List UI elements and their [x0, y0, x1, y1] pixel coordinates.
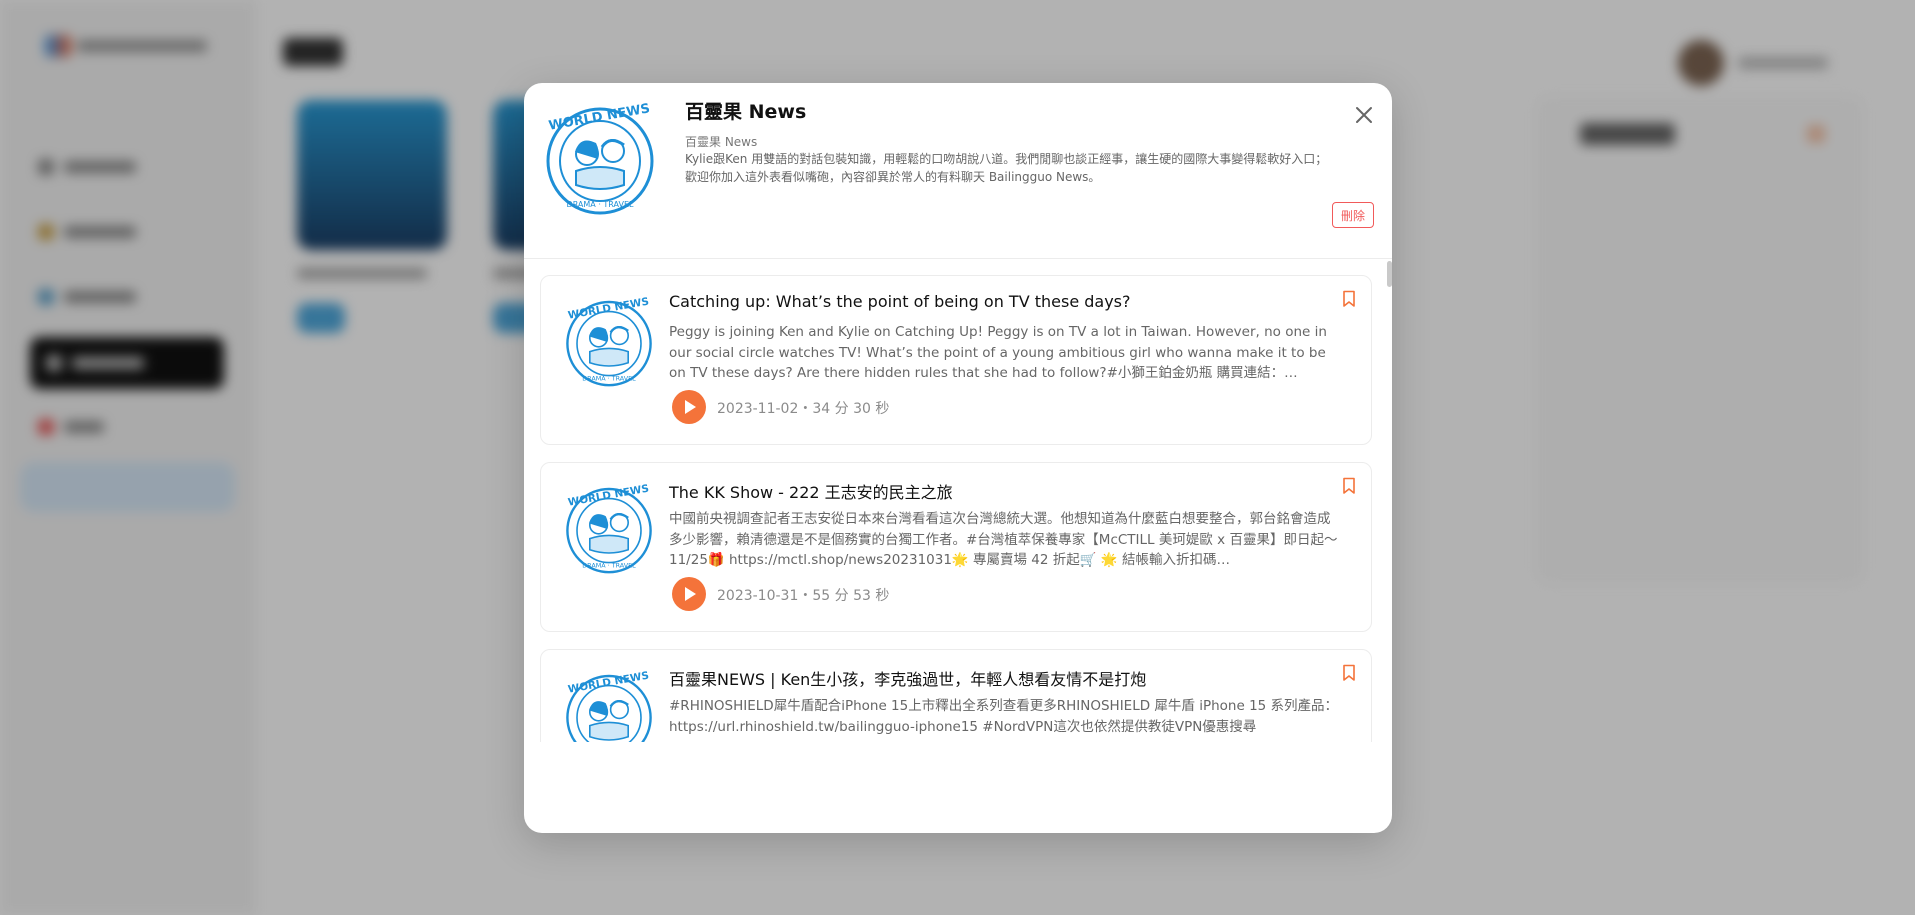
podcast-artwork: WORLD NEWS DRAMA · TRAVEL	[546, 101, 654, 215]
svg-text:DRAMA · TRAVEL: DRAMA · TRAVEL	[567, 200, 634, 209]
svg-text:DRAMA · TRAVEL: DRAMA · TRAVEL	[582, 374, 636, 382]
episode-list[interactable]: WORLD NEWS DRAMA · TRAVEL Catching up: W…	[524, 259, 1392, 742]
episode-meta: 2023-11-02・34 分 30 秒	[717, 401, 890, 417]
podcast-header: WORLD NEWS DRAMA · TRAVEL 百靈果 News 百靈果 N…	[524, 83, 1392, 259]
bookmark-icon[interactable]	[1342, 477, 1356, 495]
play-icon[interactable]	[672, 577, 706, 611]
episode-card[interactable]: WORLD NEWS DRAMA · TRAVEL 百靈果NEWS | Ken生…	[540, 649, 1372, 742]
episode-description: #RHINOSHIELD犀牛盾配合iPhone 15上市釋出全系列查看更多RHI…	[669, 698, 1339, 735]
episode-title[interactable]: Catching up: What’s the point of being o…	[669, 292, 1131, 311]
episode-artwork: WORLD NEWS DRAMA · TRAVEL	[566, 483, 652, 574]
episode-card[interactable]: WORLD NEWS DRAMA · TRAVEL Catching up: W…	[540, 275, 1372, 445]
episode-title[interactable]: 百靈果NEWS | Ken生小孩，李克強過世，年輕人想看友情不是打炮	[669, 666, 1146, 690]
close-icon[interactable]	[1352, 103, 1376, 127]
episode-artwork: WORLD NEWS DRAMA · TRAVEL	[566, 670, 652, 742]
episode-title[interactable]: The KK Show - 222 王志安的民主之旅	[669, 479, 953, 503]
svg-text:DRAMA · TRAVEL: DRAMA · TRAVEL	[582, 561, 636, 569]
episode-description: Peggy is joining Ken and Kylie on Catchi…	[669, 324, 1327, 381]
delete-button[interactable]: 刪除	[1332, 202, 1374, 228]
bookmark-icon[interactable]	[1342, 664, 1356, 682]
scrollbar-thumb[interactable]	[1387, 261, 1392, 287]
bookmark-icon[interactable]	[1342, 290, 1356, 308]
episode-description: 中國前央視調查記者王志安從日本來台灣看看這次台灣總統大選。他想知道為什麼藍白想要…	[669, 511, 1338, 568]
play-icon[interactable]	[672, 390, 706, 424]
scrollbar[interactable]	[1387, 259, 1392, 742]
podcast-description: Kylie跟Ken 用雙語的對話包裝知識，用輕鬆的口吻胡說八道。我們閒聊也談正經…	[685, 152, 1328, 184]
podcast-title: 百靈果 News	[685, 101, 807, 123]
episode-artwork: WORLD NEWS DRAMA · TRAVEL	[566, 296, 652, 387]
episode-meta: 2023-10-31・55 分 53 秒	[717, 588, 890, 604]
episode-card[interactable]: WORLD NEWS DRAMA · TRAVEL The KK Show - …	[540, 462, 1372, 632]
podcast-detail-modal: WORLD NEWS DRAMA · TRAVEL 百靈果 News 百靈果 N…	[524, 83, 1392, 833]
podcast-author: 百靈果 News	[685, 135, 758, 149]
